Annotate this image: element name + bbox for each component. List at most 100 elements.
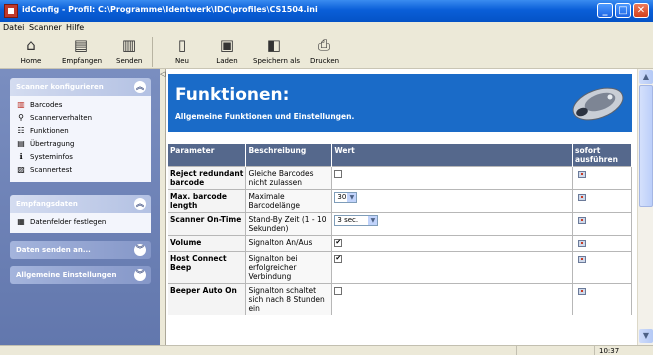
param-cell: Reject redundant barcode [168, 166, 247, 190]
sidebar-item-scannerverhalten[interactable]: ⚲ Scannerverhalten [16, 113, 92, 125]
sidebar-item-barcodes[interactable]: ▥ Barcodes [16, 100, 62, 112]
save-as-icon: ◧ [266, 36, 282, 54]
system-info-icon: ℹ [19, 152, 23, 161]
save-as-button[interactable]: ◧ Speichern als [253, 36, 301, 65]
value-cell: 3 sec. ▼ [331, 212, 573, 236]
column-header-wert: Wert [331, 144, 573, 167]
apply-cell [572, 235, 632, 252]
panel-daten-senden[interactable]: Daten senden an... ︾ [10, 241, 151, 259]
title-bar: idConfig - Profil: C:\Programme\Identwer… [0, 0, 653, 22]
transfer-icon: ▤ [17, 139, 25, 148]
home-button-label: Home [20, 57, 42, 65]
volume-checkbox[interactable] [334, 238, 343, 247]
sidebar-item-scannertest[interactable]: ▨ Scannertest [16, 165, 72, 177]
minimize-button[interactable]: _ [597, 3, 613, 18]
menu-bar: Datei Scanner Hilfe [0, 22, 653, 34]
home-button[interactable]: ⌂ Home [20, 36, 42, 65]
value-cell [331, 235, 573, 252]
scanner-test-icon: ▨ [17, 165, 25, 174]
collapse-icon[interactable]: ︽ [134, 198, 146, 210]
expand-icon[interactable]: ︾ [134, 269, 146, 281]
sidebar-item-label: Systeminfos [30, 153, 73, 161]
host-connect-beep-checkbox[interactable] [334, 254, 343, 263]
receive-icon: ▤ [73, 36, 89, 54]
status-bar: 10:37 [0, 345, 653, 355]
print-button[interactable]: ⎙ Drucken [310, 36, 340, 65]
description-cell: Signalton schaltet sich nach 8 Stunden e… [245, 283, 333, 315]
table-row: Reject redundant barcode Gleiche Barcode… [168, 166, 632, 190]
on-time-select[interactable]: 3 sec. ▼ [334, 215, 379, 226]
apply-now-icon[interactable] [578, 240, 586, 247]
new-button[interactable]: ▯ Neu [170, 36, 194, 65]
menu-scanner[interactable]: Scanner [29, 23, 62, 32]
scanner-icon: ⚲ [18, 113, 24, 122]
description-cell: Stand-By Zeit (1 - 10 Sekunden) [245, 212, 333, 236]
sidebar-item-datenfelder[interactable]: ▦ Datenfelder festlegen [16, 217, 106, 229]
scroll-thumb[interactable] [639, 85, 653, 207]
apply-cell [572, 166, 632, 190]
sidebar-item-label: Barcodes [30, 101, 63, 109]
panel-scanner-konfigurieren[interactable]: Scanner konfigurieren ︽ [10, 78, 151, 96]
value-cell [331, 251, 573, 284]
select-value: 30 [337, 193, 347, 201]
send-button[interactable]: ▥ Senden [116, 36, 142, 65]
value-cell [331, 283, 573, 315]
description-cell: Gleiche Barcodes nicht zulassen [245, 166, 333, 190]
close-button[interactable]: ✕ [633, 3, 649, 18]
collapse-icon[interactable]: ︽ [134, 81, 146, 93]
apply-cell [572, 251, 632, 284]
param-cell: Host Connect Beep [168, 251, 247, 284]
table-row: Scanner On-Time Stand-By Zeit (1 - 10 Se… [168, 212, 632, 236]
collapse-left-icon[interactable]: ◁ [160, 70, 165, 78]
apply-now-icon[interactable] [578, 288, 586, 295]
app-icon [4, 4, 18, 18]
sidebar: Scanner konfigurieren ︽ ▥ Barcodes ⚲ Scann… [0, 69, 160, 345]
panel-empfangsdaten[interactable]: Empfangsdaten ︽ [10, 195, 151, 213]
panel-title: Scanner konfigurieren [16, 83, 104, 91]
apply-now-icon[interactable] [578, 217, 586, 224]
maximize-button[interactable]: □ [615, 3, 631, 18]
param-cell: Max. barcode length [168, 189, 247, 213]
send-button-label: Senden [116, 57, 143, 65]
expand-icon[interactable]: ︾ [134, 244, 146, 256]
status-divider [594, 346, 595, 355]
send-icon: ▥ [121, 36, 137, 54]
param-cell: Beeper Auto On [168, 283, 247, 315]
save-as-button-label: Speichern als [253, 57, 301, 65]
receive-button[interactable]: ▤ Empfangen [62, 36, 102, 65]
functions-icon: ☷ [17, 126, 25, 135]
main-content: Funktionen: Allgemeine Funktionen und Ei… [166, 69, 637, 345]
header-banner: Funktionen: Allgemeine Funktionen und Ei… [168, 74, 632, 132]
sidebar-item-funktionen[interactable]: ☷ Funktionen [16, 126, 69, 138]
panel-allgemeine-einstellungen[interactable]: Allgemeine Einstellungen ︾ [10, 266, 151, 284]
panel-body-scanner: ▥ Barcodes ⚲ Scannerverhalten ☷ Funktionen … [10, 96, 151, 182]
vertical-scrollbar[interactable]: ▲ ▼ [637, 69, 653, 345]
menu-datei[interactable]: Datei [3, 23, 24, 32]
sidebar-item-systeminfos[interactable]: ℹ Systeminfos [16, 152, 73, 164]
column-header-parameter: Parameter [168, 144, 247, 167]
description-cell: Signalton An/Aus [245, 235, 333, 252]
toolbar: ⌂ Home ▤ Empfangen ▥ Senden ▯ Neu ▣ Lade… [0, 34, 653, 69]
max-length-select[interactable]: 30 ▼ [334, 192, 358, 203]
chevron-down-icon[interactable]: ▼ [368, 216, 378, 225]
scroll-up-icon[interactable]: ▲ [639, 70, 653, 84]
toolbar-separator [152, 37, 153, 67]
value-cell [331, 166, 573, 190]
page-subtitle: Allgemeine Funktionen und Einstellungen. [175, 112, 355, 121]
sidebar-item-uebertragung[interactable]: ▤ Übertragung [16, 139, 74, 151]
sidebar-item-label: Funktionen [30, 127, 69, 135]
load-button[interactable]: ▣ Laden [214, 36, 240, 65]
apply-now-icon[interactable] [578, 194, 586, 201]
apply-now-icon[interactable] [578, 256, 586, 263]
apply-now-icon[interactable] [578, 171, 586, 178]
beeper-auto-on-checkbox[interactable] [334, 287, 343, 295]
description-cell: Maximale Barcodelänge [245, 189, 333, 213]
scroll-down-icon[interactable]: ▼ [639, 329, 653, 343]
menu-hilfe[interactable]: Hilfe [66, 23, 84, 32]
status-divider [516, 346, 517, 355]
reject-redundant-checkbox[interactable] [334, 170, 343, 178]
print-button-label: Drucken [310, 57, 340, 65]
chevron-down-icon[interactable]: ▼ [347, 193, 357, 202]
home-icon: ⌂ [26, 36, 36, 54]
load-icon: ▣ [219, 36, 235, 54]
